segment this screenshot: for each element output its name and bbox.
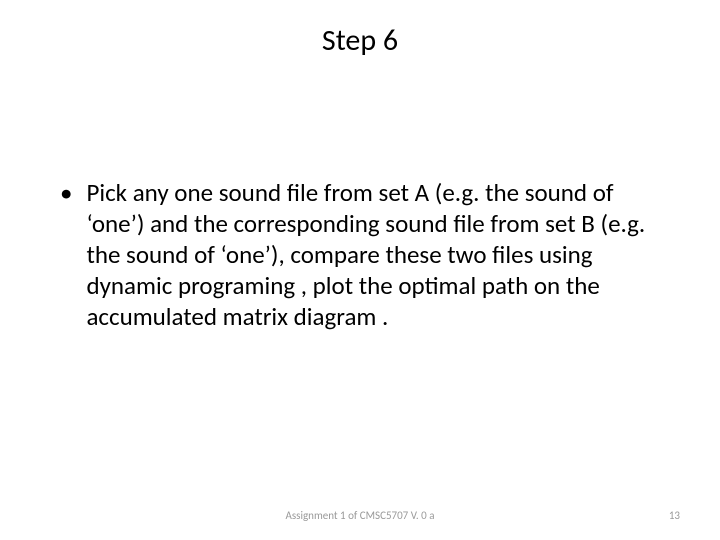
page-number: 13 [669,509,680,522]
bullet-text: Pick any one sound file from set A (e.g.… [86,177,660,332]
footer-text: Assignment 1 of CMSC5707 V. 0 a [286,509,435,522]
slide: Step 6 • Pick any one sound file from se… [0,0,720,540]
bullet-item: • Pick any one sound file from set A (e.… [60,177,660,332]
bullet-marker: • [60,177,72,208]
slide-content: • Pick any one sound file from set A (e.… [0,59,720,332]
slide-footer: Assignment 1 of CMSC5707 V. 0 a [0,509,720,522]
slide-title: Step 6 [0,0,720,59]
